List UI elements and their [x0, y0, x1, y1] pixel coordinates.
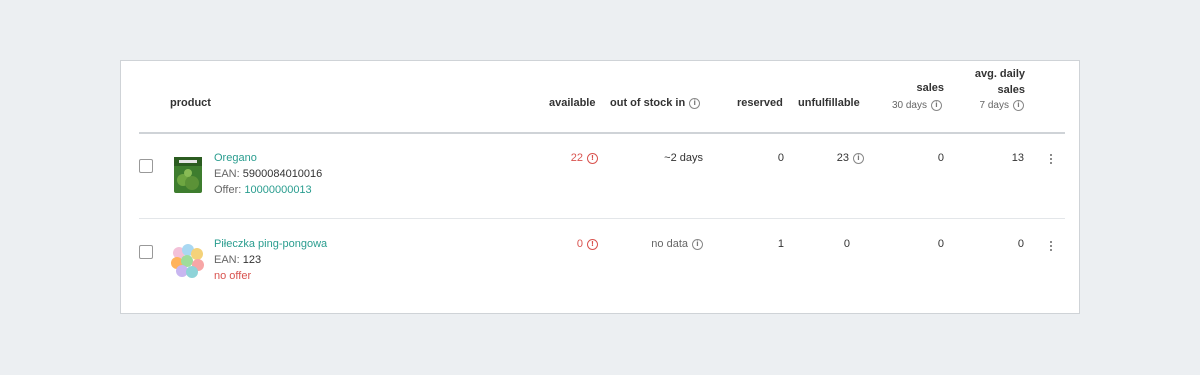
ean-label: EAN: — [214, 168, 240, 180]
available-value: 0! — [577, 238, 598, 250]
available-value: 22! — [571, 152, 598, 164]
row-checkbox[interactable] — [139, 159, 153, 173]
ean-label: EAN: — [214, 254, 240, 266]
row-checkbox[interactable] — [139, 245, 153, 259]
info-icon[interactable]: i — [689, 98, 701, 109]
column-header-available[interactable]: available — [549, 97, 595, 109]
alert-info-icon[interactable]: ! — [587, 153, 598, 164]
avg-daily-line2: sales — [997, 84, 1025, 96]
reserved-value: 0 — [777, 152, 784, 164]
avg-daily-period: 7 days i — [980, 100, 1024, 111]
avg-daily-sales-value: 0 — [1017, 238, 1024, 250]
available-number: 0 — [576, 238, 583, 250]
product-ean: EAN: 5900084010016 — [214, 168, 322, 180]
column-header-out-of-stock-label: out of stock in — [610, 97, 686, 109]
info-icon[interactable]: i — [692, 239, 703, 250]
offer-label: Offer: — [214, 184, 242, 196]
product-name-link[interactable]: Oregano — [214, 152, 257, 164]
avg-daily-line1: avg. daily — [974, 68, 1025, 80]
column-header-sales[interactable]: sales — [916, 82, 944, 94]
available-number: 22 — [570, 152, 583, 164]
reserved-value: 1 — [777, 238, 784, 250]
product-offer: Offer: 10000000013 — [214, 184, 312, 196]
avg-daily-sales-value: 13 — [1011, 152, 1024, 164]
info-icon[interactable]: i — [1013, 100, 1024, 111]
info-icon[interactable]: i — [853, 153, 864, 164]
ean-value: 5900084010016 — [242, 168, 323, 180]
more-vertical-icon[interactable] — [1049, 154, 1053, 168]
unfulfillable-value: 23 i — [837, 152, 864, 164]
column-header-avg-daily-sales[interactable]: avg. daily sales — [975, 66, 1025, 98]
out-of-stock-value: ~2 days — [664, 152, 703, 164]
sales-period: 30 days i — [892, 100, 942, 111]
product-name-link[interactable]: Piłeczka ping-pongowa — [214, 238, 327, 250]
column-header-reserved[interactable]: reserved — [737, 97, 783, 109]
inventory-table-card: product available out of stock in i reser… — [120, 60, 1080, 314]
out-of-stock-text: no data — [651, 238, 688, 250]
sales-value: 0 — [937, 152, 944, 164]
unfulfillable-value: 0 — [843, 238, 850, 250]
unfulfillable-number: 23 — [836, 152, 849, 164]
more-vertical-icon[interactable] — [1049, 241, 1053, 255]
alert-info-icon[interactable]: ! — [587, 239, 598, 250]
product-ean: EAN: 123 — [214, 254, 261, 266]
sales-period-label: 30 days — [891, 100, 927, 111]
column-header-unfulfillable[interactable]: unfulfillable — [798, 97, 860, 109]
header-divider — [139, 132, 1065, 134]
avg-daily-period-label: 7 days — [979, 100, 1009, 111]
row-divider — [139, 218, 1065, 219]
info-icon[interactable]: i — [931, 100, 942, 111]
product-thumbnail-ping-pong-balls — [171, 243, 204, 281]
offer-link[interactable]: 10000000013 — [244, 184, 311, 196]
sales-value: 0 — [937, 238, 944, 250]
no-offer-text: no offer — [214, 270, 252, 282]
column-header-out-of-stock-in[interactable]: out of stock in i — [610, 97, 701, 109]
out-of-stock-value: no data i — [651, 238, 703, 250]
product-thumbnail-oregano — [173, 156, 203, 194]
column-header-product[interactable]: product — [170, 97, 211, 109]
ean-value: 123 — [242, 254, 262, 266]
